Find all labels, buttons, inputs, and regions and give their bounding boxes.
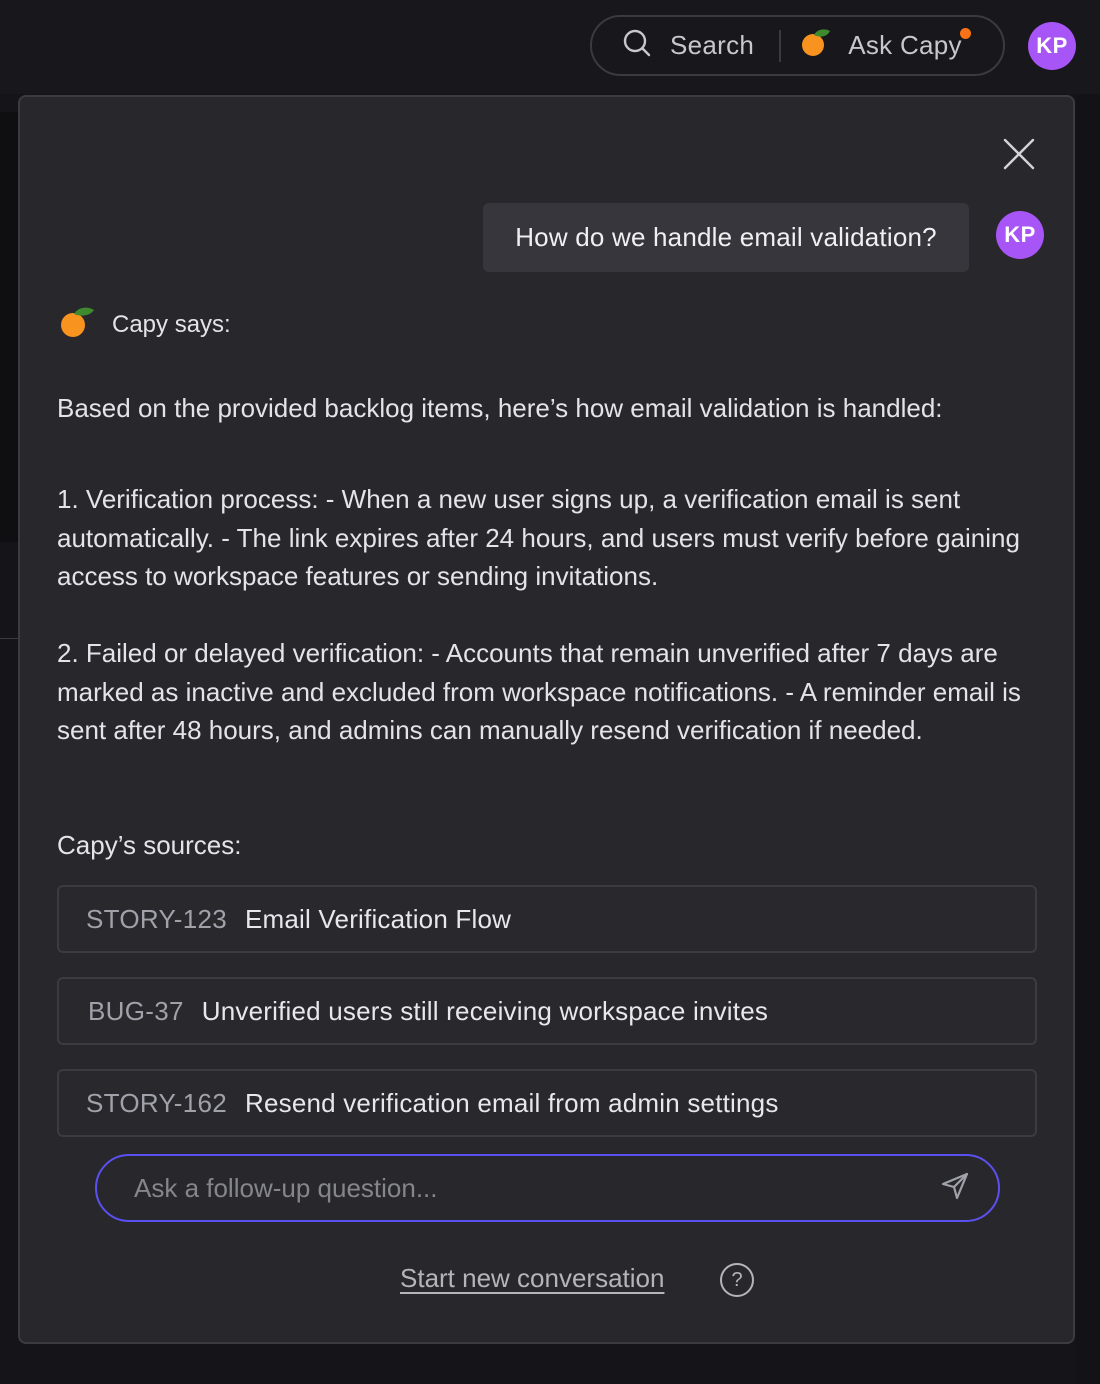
answer-item-2: 2. Failed or delayed verification: - Acc… xyxy=(57,638,1021,745)
capy-orange-icon xyxy=(58,305,96,344)
source-title: Resend verification email from admin set… xyxy=(244,1087,779,1118)
followup-input[interactable] xyxy=(97,1156,936,1220)
background-divider xyxy=(0,638,18,639)
source-title: Email Verification Flow xyxy=(244,903,512,934)
ask-capy-button[interactable]: Ask Capy xyxy=(781,17,971,74)
start-new-conversation-link[interactable]: Start new conversation xyxy=(400,1263,664,1294)
help-icon: ? xyxy=(731,1268,743,1291)
message-avatar: KP xyxy=(996,211,1044,259)
source-id: BUG-37 xyxy=(88,995,184,1026)
background-edge xyxy=(1076,94,1100,1384)
search-button[interactable]: Search xyxy=(592,17,754,74)
search-icon xyxy=(622,28,652,63)
close-icon xyxy=(1000,138,1038,177)
source-id: STORY-162 xyxy=(86,1087,227,1118)
source-id: STORY-123 xyxy=(86,903,227,934)
source-title: Unverified users still receiving workspa… xyxy=(201,995,769,1026)
source-card-story-162[interactable]: STORY-162 Resend verification email from… xyxy=(57,1069,1037,1137)
help-button[interactable]: ? xyxy=(720,1263,754,1297)
search-label: Search xyxy=(670,30,755,60)
answer-item-1: 1. Verification process: - When a new us… xyxy=(57,484,1020,591)
capy-orange-icon xyxy=(800,28,832,63)
assistant-header: Capy says: xyxy=(58,305,231,344)
send-button[interactable] xyxy=(936,1169,974,1207)
search-ask-pill: Search Ask Capy xyxy=(590,15,1005,76)
ask-capy-label: Ask Capy xyxy=(848,30,962,60)
user-avatar[interactable]: KP xyxy=(1028,22,1076,70)
close-button[interactable] xyxy=(1000,135,1038,173)
assistant-label: Capy says: xyxy=(112,310,231,338)
notification-dot xyxy=(959,28,971,39)
user-message-bubble: How do we handle email validation? xyxy=(483,203,969,272)
followup-input-container xyxy=(95,1154,1000,1222)
ask-capy-panel: How do we handle email validation? KP Ca… xyxy=(18,95,1075,1344)
sources-heading: Capy’s sources: xyxy=(57,830,242,860)
source-card-story-123[interactable]: STORY-123 Email Verification Flow xyxy=(57,885,1037,953)
answer-intro: Based on the provided backlog items, her… xyxy=(57,393,943,423)
send-icon xyxy=(939,1170,971,1207)
source-card-bug-37[interactable]: BUG-37 Unverified users still receiving … xyxy=(57,977,1037,1045)
background-sidebar xyxy=(0,112,18,542)
